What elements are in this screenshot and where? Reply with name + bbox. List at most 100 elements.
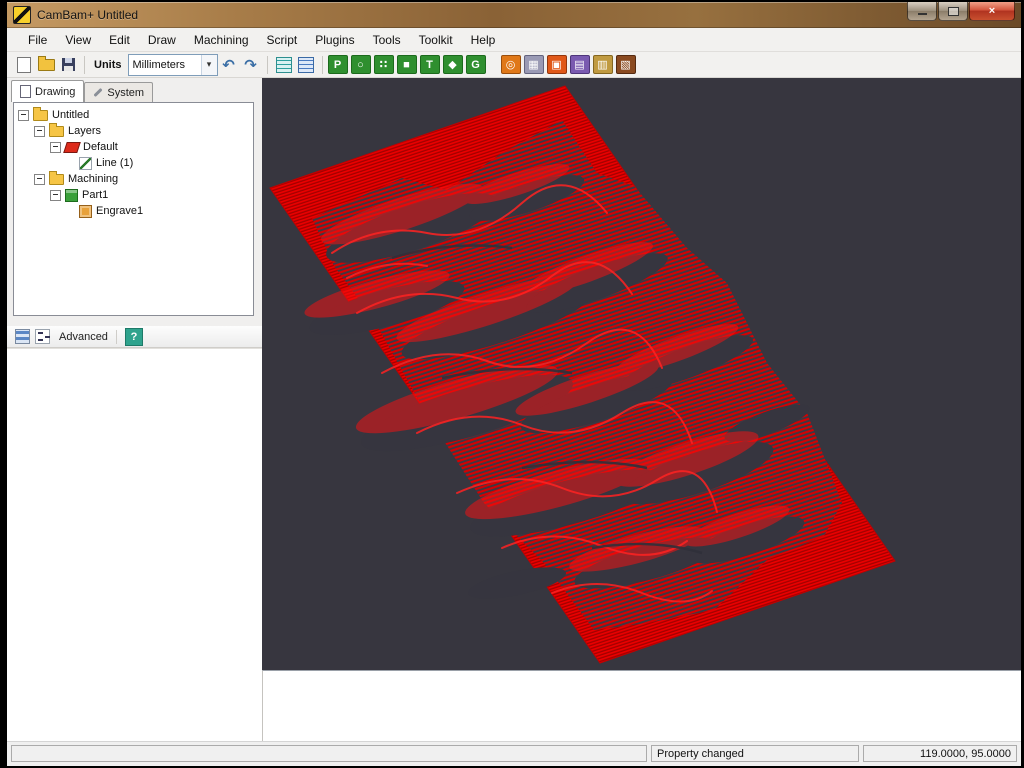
menu-toolkit[interactable]: Toolkit — [410, 30, 462, 50]
menu-view[interactable]: View — [56, 30, 100, 50]
tree-item-layers[interactable]: Layers — [14, 123, 253, 139]
generate-gcode-button[interactable]: ▣ — [547, 55, 567, 74]
new-file-button[interactable] — [13, 54, 35, 76]
toolpath-icon: ◎ — [506, 58, 516, 71]
tree-item-part1[interactable]: Part1 — [14, 187, 253, 203]
bottom-panel — [262, 670, 1021, 742]
tab-drawing[interactable]: Drawing — [11, 80, 84, 102]
tab-drawing-label: Drawing — [35, 86, 75, 98]
circle-button[interactable]: ○ — [351, 55, 371, 74]
menu-tools[interactable]: Tools — [364, 30, 410, 50]
tree-item-label: Layers — [68, 125, 101, 137]
grid-snap-button[interactable] — [273, 54, 295, 76]
document-icon — [20, 85, 31, 98]
tree-item-label: Untitled — [52, 109, 89, 121]
polyline-button[interactable]: P — [328, 55, 348, 74]
toolbar-separator — [267, 56, 268, 74]
redo-button[interactable]: ↷ — [240, 54, 262, 76]
simulate-icon: ▥ — [597, 58, 607, 71]
minimize-button[interactable] — [907, 2, 937, 21]
main-toolbar: Units Millimeters ▾ ↶ ↷ P ○ ∷ ■ T ◆ G ◎ … — [7, 52, 1021, 78]
open-file-icon — [38, 59, 55, 71]
collapse-icon[interactable] — [34, 126, 45, 137]
save-button[interactable] — [57, 54, 79, 76]
collapse-icon[interactable] — [50, 142, 61, 153]
properties-separator — [116, 330, 117, 344]
maximize-icon — [948, 7, 959, 16]
menu-file[interactable]: File — [19, 30, 56, 50]
edit-gcode-button[interactable]: ▤ — [570, 55, 590, 74]
text-button[interactable]: T — [420, 55, 440, 74]
redo-icon: ↷ — [244, 56, 257, 74]
advanced-toggle[interactable]: Advanced — [59, 331, 108, 343]
tree-item-default[interactable]: Default — [14, 139, 253, 155]
simulate-button[interactable]: ▥ — [593, 55, 613, 74]
tree-item-label: Part1 — [82, 189, 108, 201]
tree-item-line-1[interactable]: Line (1) — [14, 155, 253, 171]
collapse-icon[interactable] — [18, 110, 29, 121]
maximize-button[interactable] — [938, 2, 968, 21]
collapse-icon[interactable] — [34, 174, 45, 185]
region-icon: G — [471, 59, 480, 71]
menu-draw[interactable]: Draw — [139, 30, 185, 50]
close-icon: × — [989, 5, 995, 17]
tab-system-label: System — [107, 87, 144, 99]
window-controls: × — [906, 2, 1015, 21]
sort-alphabetical-button[interactable] — [33, 328, 51, 346]
status-coordinates: 119.0000, 95.0000 — [863, 745, 1017, 762]
menu-edit[interactable]: Edit — [100, 30, 139, 50]
open-file-button[interactable] — [35, 54, 57, 76]
machining-options-icon: ▦ — [528, 58, 538, 71]
tool-library-button[interactable]: ▧ — [616, 55, 636, 74]
undo-icon: ↶ — [222, 56, 235, 74]
undo-button[interactable]: ↶ — [218, 54, 240, 76]
menu-help[interactable]: Help — [462, 30, 505, 50]
surface-icon: ◆ — [448, 58, 456, 71]
tree-item-label: Engrave1 — [96, 205, 143, 217]
toolpath-button[interactable]: ◎ — [501, 55, 521, 74]
machining-options-button[interactable]: ▦ — [524, 55, 544, 74]
menu-machining[interactable]: Machining — [185, 30, 258, 50]
window-frame: CamBam+ Untitled × File View Edit Draw M… — [7, 2, 1021, 766]
line-icon — [79, 157, 92, 170]
tree-item-label: Machining — [68, 173, 118, 185]
content-area: Drawing System Untitled Layers — [7, 78, 1021, 742]
status-left-cell — [11, 745, 647, 762]
rectangle-icon: ■ — [403, 59, 410, 71]
tree-item-label: Default — [83, 141, 118, 153]
surface-button[interactable]: ◆ — [443, 55, 463, 74]
units-label: Units — [94, 59, 122, 71]
tree-item-untitled[interactable]: Untitled — [14, 107, 253, 123]
close-button[interactable]: × — [969, 2, 1015, 21]
viewport-3d[interactable] — [262, 78, 1021, 670]
points-button[interactable]: ∷ — [374, 55, 394, 74]
units-dropdown-arrow-icon[interactable]: ▾ — [201, 55, 217, 75]
sort-az-icon — [35, 329, 50, 344]
circle-icon: ○ — [357, 59, 364, 71]
collapse-icon[interactable] — [50, 190, 61, 201]
wrench-icon — [94, 88, 103, 97]
menu-plugins[interactable]: Plugins — [306, 30, 363, 50]
app-window: CamBam+ Untitled × File View Edit Draw M… — [0, 0, 1024, 768]
menu-script[interactable]: Script — [258, 30, 307, 50]
rectangle-button[interactable]: ■ — [397, 55, 417, 74]
edit-gcode-icon: ▤ — [574, 58, 584, 71]
categorized-view-button[interactable] — [13, 328, 31, 346]
tree-item-machining[interactable]: Machining — [14, 171, 253, 187]
help-button[interactable]: ? — [125, 328, 143, 346]
save-icon — [62, 58, 75, 71]
toolbar-separator — [84, 56, 85, 74]
menu-bar: File View Edit Draw Machining Script Plu… — [7, 28, 1021, 52]
layer-icon — [63, 142, 81, 153]
tree-item-engrave1[interactable]: Engrave1 — [14, 203, 253, 219]
drawing-tree[interactable]: Untitled Layers Default Line (1) — [13, 102, 254, 316]
grid-display-button[interactable] — [295, 54, 317, 76]
tab-system[interactable]: System — [84, 82, 153, 102]
status-message: Property changed — [651, 745, 859, 762]
engrave-icon — [79, 205, 92, 218]
units-combobox[interactable]: Millimeters ▾ — [128, 54, 218, 76]
units-value: Millimeters — [129, 59, 201, 71]
titlebar[interactable]: CamBam+ Untitled × — [7, 2, 1021, 28]
region-button[interactable]: G — [466, 55, 486, 74]
folder-icon — [49, 174, 64, 185]
